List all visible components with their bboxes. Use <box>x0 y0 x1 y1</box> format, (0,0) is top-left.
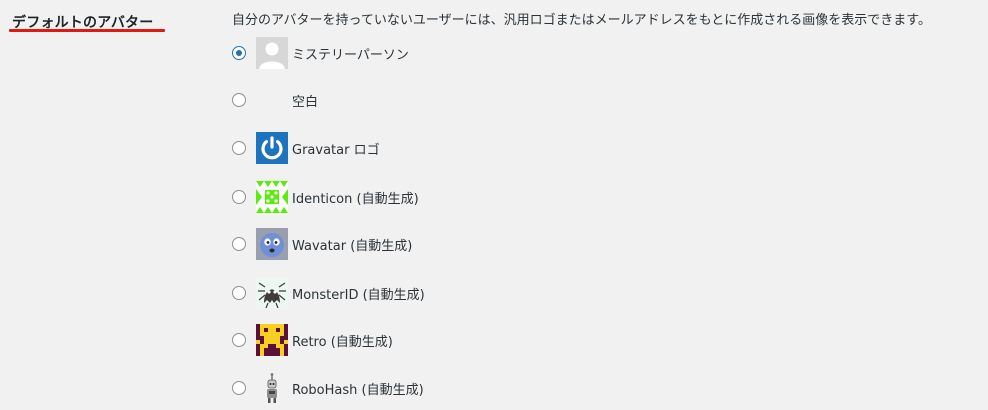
label-underline <box>9 29 165 32</box>
radio-mystery[interactable] <box>232 46 246 60</box>
retro-avatar-icon <box>256 324 288 356</box>
wavatar-avatar-icon <box>256 228 288 260</box>
mystery-person-avatar-icon <box>256 37 288 69</box>
avatar-option-retro[interactable]: Retro (自動生成) <box>232 323 393 357</box>
avatar-option-label: ミステリーパーソン <box>292 47 409 63</box>
radio-identicon[interactable] <box>232 190 246 204</box>
avatar-option-label: Identicon (自動生成) <box>292 191 419 207</box>
gravatar-logo-icon <box>256 132 288 164</box>
identicon-avatar-icon <box>256 181 288 213</box>
radio-monsterid[interactable] <box>232 286 246 300</box>
blank-avatar-icon <box>256 84 288 116</box>
radio-wavatar[interactable] <box>232 237 246 251</box>
avatar-option-label: Gravatar ロゴ <box>292 142 380 158</box>
avatar-option-label: Wavatar (自動生成) <box>292 238 413 254</box>
avatar-option-blank[interactable]: 空白 <box>232 83 318 117</box>
monsterid-avatar-icon <box>256 277 288 309</box>
setting-description: 自分のアバターを持っていないユーザーには、汎用ロゴまたはメールアドレスをもとに作… <box>232 13 932 28</box>
radio-blank[interactable] <box>232 93 246 107</box>
avatar-option-label: Retro (自動生成) <box>292 334 393 350</box>
avatar-option-label: 空白 <box>292 94 319 110</box>
avatar-option-identicon[interactable]: Identicon (自動生成) <box>232 180 419 214</box>
avatar-settings-section: デフォルトのアバター 自分のアバターを持っていないユーザーには、汎用ロゴまたはメ… <box>0 0 988 410</box>
radio-retro[interactable] <box>232 333 246 347</box>
avatar-option-mystery[interactable]: ミステリーパーソン <box>232 36 409 70</box>
avatar-option-label: RoboHash (自動生成) <box>292 382 424 398</box>
radio-robohash[interactable] <box>232 381 246 395</box>
avatar-option-gravatar[interactable]: Gravatar ロゴ <box>232 131 380 165</box>
avatar-option-monsterid[interactable]: MonsterID (自動生成) <box>232 276 425 310</box>
radio-gravatar[interactable] <box>232 141 246 155</box>
avatar-option-robohash[interactable]: RoboHash (自動生成) <box>232 371 424 405</box>
avatar-option-label: MonsterID (自動生成) <box>292 287 425 303</box>
robohash-avatar-icon <box>256 372 288 404</box>
avatar-option-wavatar[interactable]: Wavatar (自動生成) <box>232 227 412 261</box>
